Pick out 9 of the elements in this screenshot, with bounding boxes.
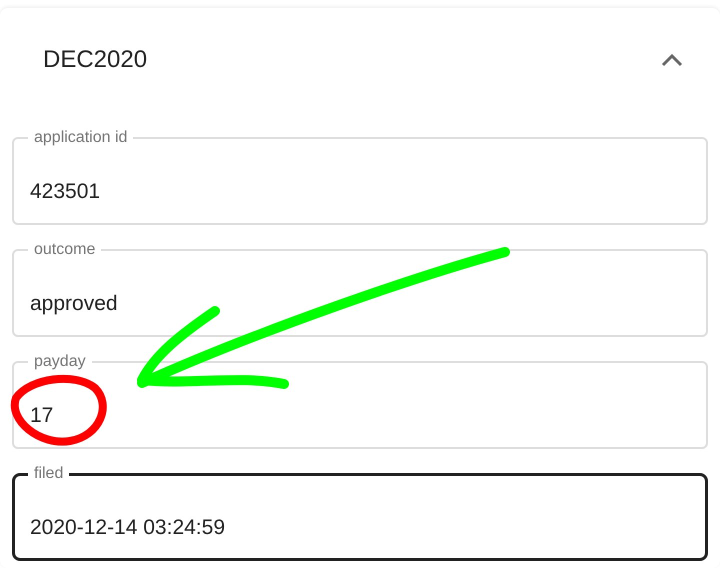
- field-label: outcome: [33, 240, 96, 260]
- field-label: application id: [33, 128, 128, 148]
- field-label: filed: [33, 464, 64, 484]
- text-field[interactable]: application id 423501: [12, 128, 708, 225]
- text-field[interactable]: payday 17: [12, 352, 708, 449]
- field-label: payday: [33, 352, 87, 372]
- text-field[interactable]: filed 2020-12-14 03:24:59: [12, 464, 708, 561]
- chevron-up-icon[interactable]: [661, 53, 683, 67]
- section-title: DEC2020: [43, 46, 148, 74]
